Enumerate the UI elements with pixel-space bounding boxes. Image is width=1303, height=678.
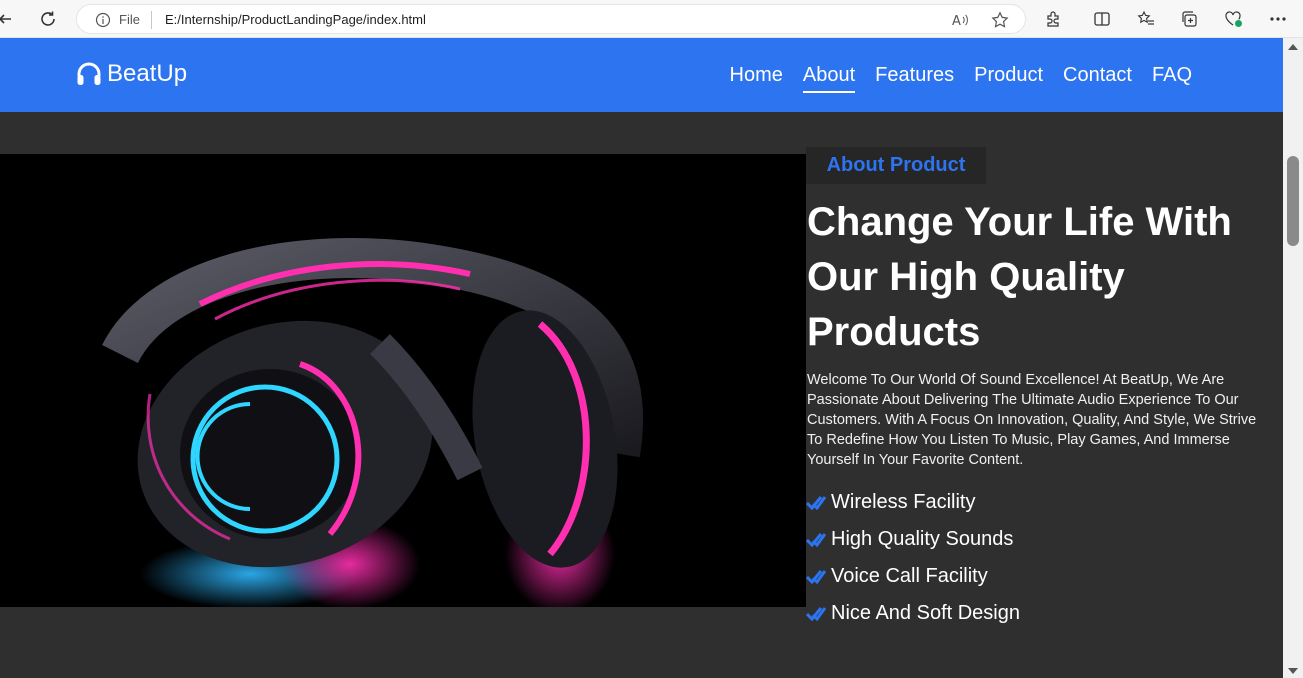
svg-text:A: A xyxy=(952,14,961,28)
browser-toolbar: File E:/Internship/ProductLandingPage/in… xyxy=(0,0,1303,38)
feature-label: High Quality Sounds xyxy=(831,528,1014,550)
browser-essentials-icon[interactable] xyxy=(1224,9,1244,29)
info-icon[interactable] xyxy=(95,12,111,28)
nav-about[interactable]: About xyxy=(802,64,856,93)
list-item: Voice Call Facility xyxy=(806,558,1020,595)
nav-home[interactable]: Home xyxy=(730,64,783,93)
main-nav: Home About Features Product Contact FAQ xyxy=(730,64,1192,93)
collections-icon[interactable] xyxy=(1180,9,1200,29)
list-item: High Quality Sounds xyxy=(806,521,1020,558)
nav-features[interactable]: Features xyxy=(875,64,954,93)
back-arrow-icon[interactable] xyxy=(0,8,16,30)
scroll-thumb[interactable] xyxy=(1287,156,1299,246)
refresh-icon[interactable] xyxy=(37,8,59,30)
about-heading: Change Your Life With Our High Quality P… xyxy=(807,200,1232,354)
nav-product[interactable]: Product xyxy=(974,64,1043,93)
list-item: Wireless Facility xyxy=(806,484,1020,521)
feature-label: Wireless Facility xyxy=(831,491,976,513)
feature-label: Voice Call Facility xyxy=(831,565,988,587)
feature-list: Wireless Facility High Quality Sounds Vo… xyxy=(806,484,1020,632)
brand-name: BeatUp xyxy=(107,60,188,87)
scroll-up-arrow-icon[interactable] xyxy=(1288,44,1298,50)
headphones-product-image xyxy=(0,154,806,607)
split-screen-icon[interactable] xyxy=(1092,9,1112,29)
page-viewport: BeatUp Home About Features Product Conta… xyxy=(0,38,1283,678)
favorites-icon[interactable] xyxy=(1136,9,1156,29)
extensions-icon[interactable] xyxy=(1043,9,1063,29)
headphones-icon xyxy=(77,62,101,85)
list-item: Nice And Soft Design xyxy=(806,595,1020,632)
double-check-icon xyxy=(806,495,826,510)
nav-contact[interactable]: Contact xyxy=(1063,64,1132,93)
site-header: BeatUp Home About Features Product Conta… xyxy=(0,38,1283,112)
double-check-icon xyxy=(806,532,826,547)
about-description: Welcome To Our World Of Sound Excellence… xyxy=(807,372,1257,468)
site-logo[interactable]: BeatUp xyxy=(76,60,187,88)
more-options-icon[interactable] xyxy=(1268,9,1288,29)
url-scheme: File xyxy=(119,12,140,27)
about-product-badge: About Product xyxy=(806,147,986,184)
double-check-icon xyxy=(806,569,826,584)
feature-label: Nice And Soft Design xyxy=(831,602,1020,624)
nav-faq[interactable]: FAQ xyxy=(1152,64,1192,93)
url-divider xyxy=(151,11,152,29)
favorite-star-icon[interactable] xyxy=(991,11,1009,29)
double-check-icon xyxy=(806,606,826,621)
vertical-scrollbar[interactable] xyxy=(1283,38,1303,678)
url-text[interactable]: E:/Internship/ProductLandingPage/index.h… xyxy=(165,12,426,27)
read-aloud-icon[interactable]: A xyxy=(951,11,969,29)
address-bar[interactable]: File E:/Internship/ProductLandingPage/in… xyxy=(76,4,1026,34)
scroll-down-arrow-icon[interactable] xyxy=(1288,668,1298,674)
